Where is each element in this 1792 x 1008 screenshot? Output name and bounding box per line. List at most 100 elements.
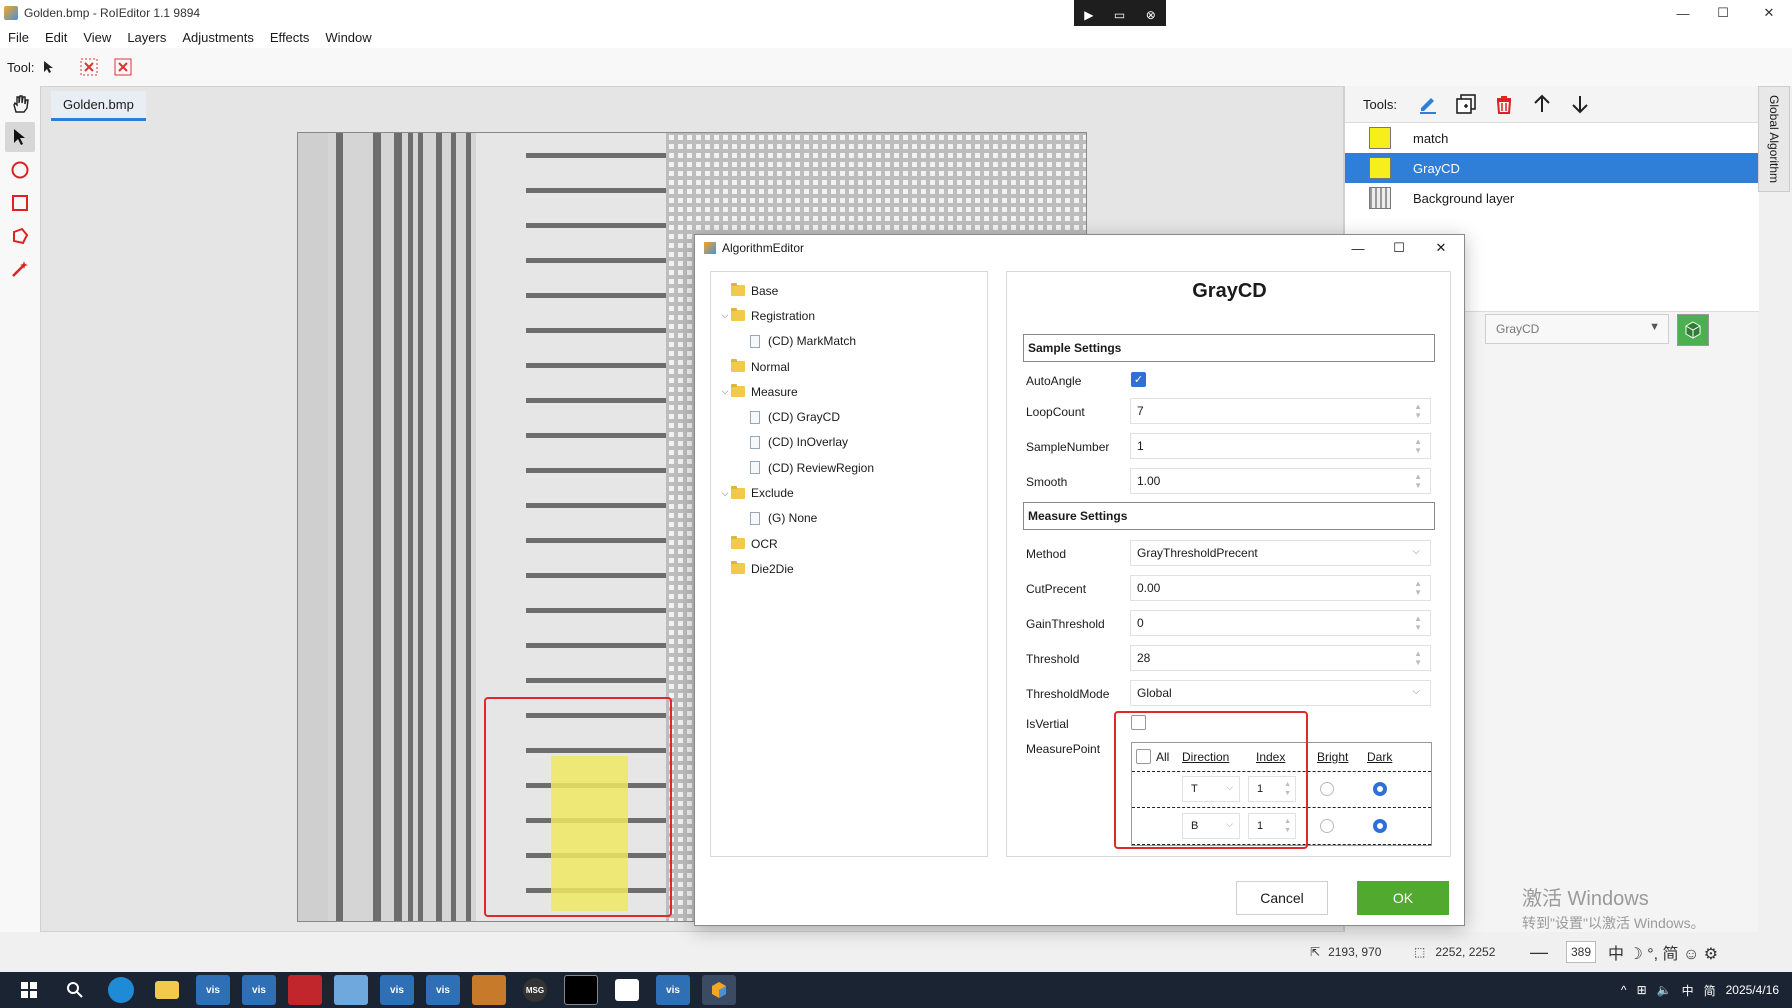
tree-item-die2die[interactable]: Die2Die bbox=[711, 556, 987, 581]
search-icon[interactable] bbox=[58, 975, 92, 1005]
cancel-button[interactable]: Cancel bbox=[1236, 881, 1328, 915]
maximize-button[interactable]: ☐ bbox=[1700, 0, 1746, 26]
close-button[interactable]: ✕ bbox=[1746, 0, 1792, 26]
menu-adjustments[interactable]: Adjustments bbox=[174, 30, 262, 45]
layer-background[interactable]: Background layer bbox=[1345, 183, 1759, 213]
edge-icon[interactable] bbox=[108, 977, 134, 1003]
add-layer-icon[interactable] bbox=[1453, 91, 1479, 117]
ok-button[interactable]: OK bbox=[1357, 881, 1449, 915]
header-dark[interactable]: Dark bbox=[1367, 743, 1392, 771]
tab-golden-bmp[interactable]: Golden.bmp bbox=[51, 91, 146, 121]
threshold-mode-select[interactable]: Global ⌵ bbox=[1130, 680, 1431, 706]
vis-app-4[interactable]: vis bbox=[426, 975, 460, 1005]
delete-x-alt-icon[interactable] bbox=[110, 54, 136, 80]
sample-number-input[interactable]: 1 ▲ ▼ bbox=[1130, 433, 1431, 459]
notes-app-icon[interactable] bbox=[334, 975, 368, 1005]
tray-ime-simplified[interactable]: 简 bbox=[1704, 982, 1716, 999]
tree-item-graycd[interactable]: (CD) GrayCD bbox=[711, 404, 987, 429]
dialog-close-button[interactable]: ✕ bbox=[1421, 235, 1461, 261]
dark-radio[interactable] bbox=[1373, 782, 1387, 796]
start-icon[interactable] bbox=[12, 975, 46, 1005]
bright-radio[interactable] bbox=[1320, 782, 1334, 796]
tree-item-inoverlay[interactable]: (CD) InOverlay bbox=[711, 430, 987, 455]
vis-app-1[interactable]: vis bbox=[196, 975, 230, 1005]
red-app-icon[interactable] bbox=[288, 975, 322, 1005]
arrow-down-icon[interactable] bbox=[1567, 91, 1593, 117]
remote-play-icon[interactable]: ▶ bbox=[1084, 8, 1093, 22]
layer-graycd[interactable]: GrayCD bbox=[1345, 153, 1759, 183]
menu-file[interactable]: File bbox=[0, 30, 37, 45]
tree-item-reviewregion[interactable]: (CD) ReviewRegion bbox=[711, 455, 987, 480]
vis-app-3[interactable]: vis bbox=[380, 975, 414, 1005]
ime-toolbar[interactable]: 中 ☽ °, 简 ☺ ⚙ bbox=[1608, 932, 1718, 972]
dialog-maximize-button[interactable]: ☐ bbox=[1379, 235, 1419, 261]
tree-item-base[interactable]: Base bbox=[711, 278, 987, 303]
cut-precent-input[interactable]: 0.00 ▲ ▼ bbox=[1130, 575, 1431, 601]
tree-item-registration[interactable]: ⌵ Registration bbox=[711, 303, 987, 328]
chevron-down-icon[interactable]: ⌵ bbox=[719, 488, 731, 499]
rectangle-icon[interactable] bbox=[5, 188, 35, 218]
tray-chevron-icon[interactable]: ^ bbox=[1621, 983, 1627, 997]
pointer-icon[interactable] bbox=[5, 122, 35, 152]
roieditor-app-icon[interactable] bbox=[702, 975, 736, 1005]
header-bright[interactable]: Bright bbox=[1317, 743, 1348, 771]
chevron-down-icon[interactable]: ⌵ bbox=[719, 310, 731, 321]
tray-network-icon[interactable]: ⊞ bbox=[1637, 983, 1647, 997]
auto-angle-checkbox[interactable]: ✓ bbox=[1131, 372, 1146, 387]
method-select[interactable]: GrayThresholdPrecent ⌵ bbox=[1130, 540, 1431, 566]
trash-icon[interactable] bbox=[1491, 91, 1517, 117]
edit-pencil-icon[interactable] bbox=[1415, 91, 1441, 117]
measure-point-highlight-box bbox=[1114, 711, 1308, 849]
smooth-input[interactable]: 1.00 ▲ ▼ bbox=[1130, 468, 1431, 494]
zoom-out-icon[interactable]: — bbox=[1530, 932, 1548, 972]
tree-item-none[interactable]: (G) None bbox=[711, 506, 987, 531]
pointer-icon[interactable] bbox=[36, 54, 62, 80]
tray-volume-icon[interactable]: 🔈 bbox=[1657, 983, 1672, 997]
menu-effects[interactable]: Effects bbox=[262, 30, 318, 45]
bright-radio[interactable] bbox=[1320, 819, 1334, 833]
menu-layers[interactable]: Layers bbox=[119, 30, 174, 45]
spin-arrows-icon[interactable]: ▲ ▼ bbox=[1414, 579, 1422, 597]
run-cube-button[interactable] bbox=[1677, 314, 1709, 346]
circle-icon[interactable] bbox=[5, 155, 35, 185]
threshold-input[interactable]: 28 ▲ ▼ bbox=[1130, 645, 1431, 671]
terminal-app-icon[interactable] bbox=[564, 975, 598, 1005]
magic-wand-icon[interactable] bbox=[5, 254, 35, 284]
hand-icon[interactable] bbox=[5, 89, 35, 119]
notepad-app-icon[interactable] bbox=[472, 975, 506, 1005]
spin-arrows-icon[interactable]: ▲ ▼ bbox=[1414, 472, 1422, 490]
layer-match[interactable]: match bbox=[1345, 123, 1759, 153]
tree-item-ocr[interactable]: OCR bbox=[711, 531, 987, 556]
tray-date[interactable]: 2025/4/16 bbox=[1726, 983, 1779, 997]
polygon-icon[interactable] bbox=[5, 221, 35, 251]
tree-item-normal[interactable]: Normal bbox=[711, 354, 987, 379]
dark-radio[interactable] bbox=[1373, 819, 1387, 833]
loop-count-input[interactable]: 7 ▲ ▼ bbox=[1130, 398, 1431, 424]
chevron-down-icon[interactable]: ⌵ bbox=[719, 386, 731, 397]
remote-close-icon[interactable]: ⊗ bbox=[1146, 8, 1156, 22]
tray-ime-zh[interactable]: 中 bbox=[1682, 982, 1694, 999]
vis-app-2[interactable]: vis bbox=[242, 975, 276, 1005]
delete-x-icon[interactable] bbox=[76, 54, 102, 80]
menu-edit[interactable]: Edit bbox=[37, 30, 75, 45]
word-app-icon[interactable] bbox=[615, 979, 639, 1001]
gain-threshold-input[interactable]: 0 ▲ ▼ bbox=[1130, 610, 1431, 636]
tree-item-measure[interactable]: ⌵ Measure bbox=[711, 379, 987, 404]
menu-window[interactable]: Window bbox=[317, 30, 379, 45]
algorithm-combo[interactable]: GrayCD ▼ bbox=[1485, 314, 1669, 344]
global-algorithm-tab[interactable]: Global Algorithm bbox=[1758, 86, 1790, 192]
menu-view[interactable]: View bbox=[75, 30, 119, 45]
msg-app[interactable]: MSG bbox=[523, 978, 547, 1002]
tree-item-exclude[interactable]: ⌵ Exclude bbox=[711, 480, 987, 505]
spin-arrows-icon[interactable]: ▲ ▼ bbox=[1414, 437, 1422, 455]
dialog-minimize-button[interactable]: — bbox=[1338, 235, 1378, 261]
folder-icon[interactable] bbox=[155, 981, 179, 999]
arrow-up-icon[interactable] bbox=[1529, 91, 1555, 117]
tree-item-markmatch[interactable]: (CD) MarkMatch bbox=[711, 329, 987, 354]
zoom-field[interactable]: 389 bbox=[1566, 932, 1597, 972]
spin-arrows-icon[interactable]: ▲ ▼ bbox=[1414, 649, 1422, 667]
spin-arrows-icon[interactable]: ▲ ▼ bbox=[1414, 614, 1422, 632]
vis-app-5[interactable]: vis bbox=[656, 975, 690, 1005]
remote-screen-icon[interactable]: ▭ bbox=[1114, 8, 1125, 22]
spin-arrows-icon[interactable]: ▲ ▼ bbox=[1414, 402, 1422, 420]
